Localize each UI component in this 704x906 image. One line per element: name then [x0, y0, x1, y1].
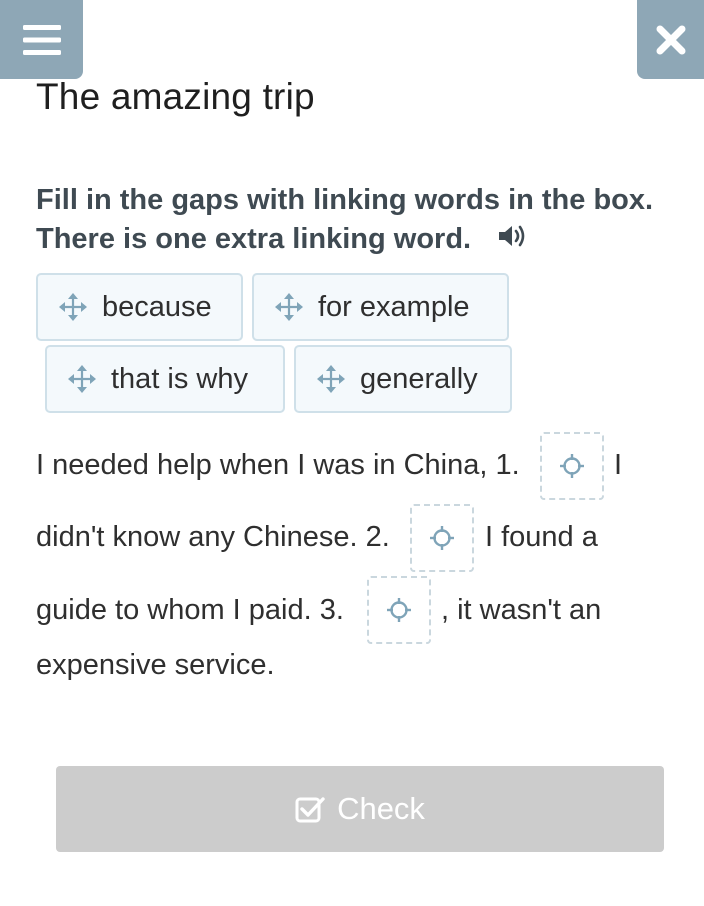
gap-slot-1[interactable]	[540, 432, 604, 500]
sentence-line-3a: guide to whom I paid. 3.	[36, 594, 344, 626]
instruction-line-1: Fill in the gaps with linking words in t…	[36, 184, 654, 216]
close-icon	[656, 25, 685, 54]
target-icon	[430, 526, 454, 550]
word-chip-label: generally	[360, 362, 478, 395]
close-button[interactable]	[637, 0, 704, 79]
move-icon	[316, 364, 346, 394]
word-chip-because[interactable]: because	[36, 273, 243, 341]
sentence-line-4: expensive service.	[36, 649, 275, 681]
move-icon	[274, 292, 304, 322]
word-chip-label: for example	[318, 290, 470, 323]
word-chip-that-is-why[interactable]: that is why	[45, 345, 285, 413]
word-chip-label: because	[102, 290, 212, 323]
sentence-line-2b: I found a	[485, 521, 598, 553]
sentence-line-1b: I	[614, 449, 623, 481]
hamburger-icon	[22, 24, 61, 55]
gap-slot-2[interactable]	[410, 504, 474, 572]
sentence-line-2a: didn't know any Chinese. 2.	[36, 521, 390, 553]
menu-button[interactable]	[0, 0, 83, 79]
word-chip-for-example[interactable]: for example	[252, 273, 509, 341]
check-button-label: Check	[337, 791, 425, 826]
word-chip-generally[interactable]: generally	[294, 345, 512, 413]
target-icon	[387, 598, 411, 622]
sentence-line-3b: , it wasn't an	[441, 594, 602, 626]
instruction-line-2: There is one extra linking word.	[36, 220, 696, 260]
target-icon	[560, 454, 584, 478]
check-button[interactable]: Check	[56, 766, 664, 852]
speaker-icon[interactable]	[497, 221, 527, 260]
move-icon	[58, 292, 88, 322]
sentence-line-1a: I needed help when I was in China, 1.	[36, 449, 520, 481]
word-chip-label: that is why	[111, 362, 248, 395]
page-title: The amazing trip	[36, 76, 315, 117]
instruction-text: Fill in the gaps with linking words in t…	[36, 181, 696, 260]
move-icon	[67, 364, 97, 394]
instruction-line-2-text: There is one extra linking word.	[36, 223, 472, 255]
checkbox-check-icon	[295, 795, 325, 823]
gap-slot-3[interactable]	[367, 576, 431, 644]
